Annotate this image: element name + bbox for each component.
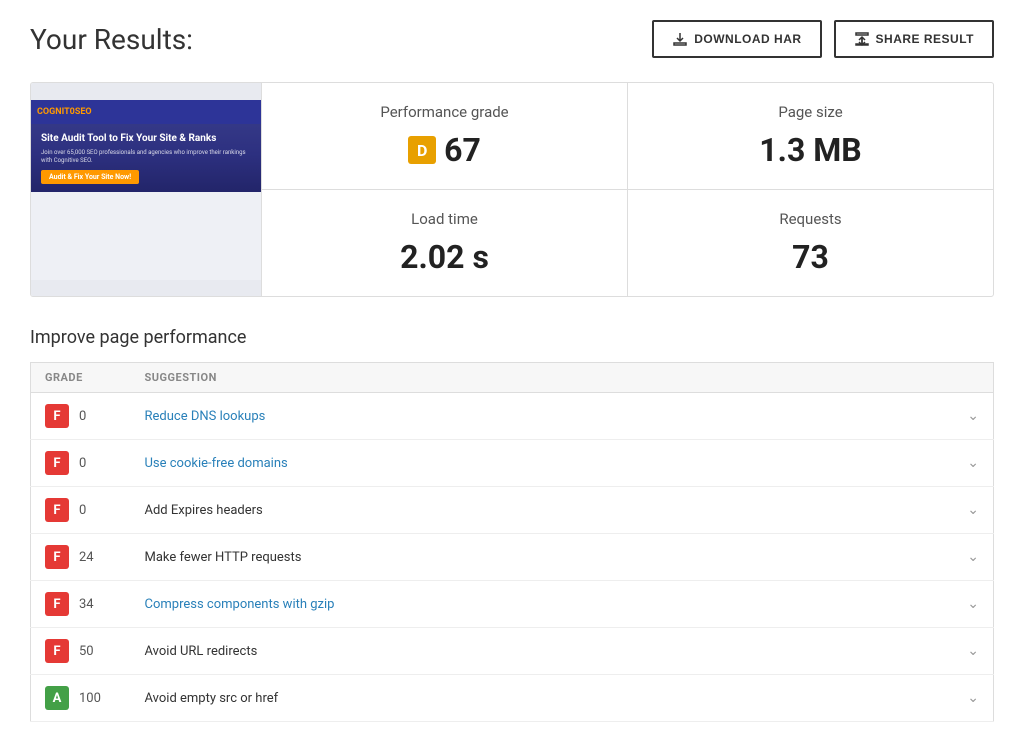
grade-badge: F (45, 639, 69, 663)
grade-number: 34 (79, 597, 94, 612)
performance-table: Grade Suggestion F 0 Reduce DNS lookups … (30, 362, 994, 722)
grade-cell: A 100 (31, 675, 131, 722)
suggestion-cell[interactable]: Use cookie-free domains (131, 440, 954, 487)
screenshot-content: Site Audit Tool to Fix Your Site & Ranks… (31, 124, 261, 193)
load-time-card: Load time 2.02 s (261, 189, 627, 296)
grade-number: 100 (79, 691, 101, 706)
screenshot-body: Join over 65,000 SEO professionals and a… (41, 149, 251, 166)
grade-cell: F 24 (31, 534, 131, 581)
expand-cell[interactable]: ⌄ (953, 628, 993, 675)
suggestion-cell[interactable]: Make fewer HTTP requests (131, 534, 954, 581)
share-result-button[interactable]: Share Result (834, 20, 994, 58)
performance-grade-value: D 67 (408, 131, 481, 169)
grade-cell: F 0 (31, 440, 131, 487)
grade-cell: F 0 (31, 487, 131, 534)
grade-number: 50 (79, 644, 94, 659)
suggestion-text[interactable]: Avoid URL redirects (145, 644, 258, 659)
requests-label: Requests (779, 210, 841, 228)
chevron-down-icon[interactable]: ⌄ (967, 643, 979, 659)
expand-cell[interactable]: ⌄ (953, 581, 993, 628)
performance-grade-badge: D (408, 136, 436, 164)
expand-column-header (953, 363, 993, 393)
chevron-down-icon[interactable]: ⌄ (967, 502, 979, 518)
suggestion-text[interactable]: Use cookie-free domains (145, 456, 288, 471)
chevron-down-icon[interactable]: ⌄ (967, 549, 979, 565)
grade-badge: A (45, 686, 69, 710)
download-har-button[interactable]: Download HAR (652, 20, 821, 58)
performance-grade-card: Performance grade D 67 (261, 83, 627, 189)
suggestion-column-header: Suggestion (131, 363, 954, 393)
expand-cell[interactable]: ⌄ (953, 440, 993, 487)
load-time-label: Load time (411, 210, 478, 228)
improve-section: Improve page performance Grade Suggestio… (30, 327, 994, 722)
table-body: F 0 Reduce DNS lookups ⌄ F 0 Use cookie-… (31, 393, 994, 722)
grade-badge: F (45, 451, 69, 475)
suggestion-cell[interactable]: Avoid URL redirects (131, 628, 954, 675)
grade-badge: F (45, 404, 69, 428)
load-time-value: 2.02 s (400, 238, 489, 276)
requests-value: 73 (792, 238, 829, 276)
suggestion-cell[interactable]: Add Expires headers (131, 487, 954, 534)
expand-cell[interactable]: ⌄ (953, 534, 993, 581)
table-row: F 0 Use cookie-free domains ⌄ (31, 440, 994, 487)
suggestion-text[interactable]: Avoid empty src or href (145, 691, 279, 706)
page-title: Your Results: (30, 23, 193, 56)
expand-cell[interactable]: ⌄ (953, 393, 993, 440)
header-row: Your Results: Download HAR Share Result (30, 20, 994, 58)
screenshot-top-bar: COGNIT0SEO (31, 100, 261, 124)
expand-cell[interactable]: ⌄ (953, 675, 993, 722)
page-size-value: 1.3 MB (759, 131, 861, 169)
chevron-down-icon[interactable]: ⌄ (967, 408, 979, 424)
screenshot-logo: COGNIT0SEO (37, 107, 92, 117)
grade-badge: F (45, 592, 69, 616)
suggestion-cell[interactable]: Compress components with gzip (131, 581, 954, 628)
suggestion-cell[interactable]: Avoid empty src or href (131, 675, 954, 722)
chevron-down-icon[interactable]: ⌄ (967, 455, 979, 471)
download-icon (672, 31, 688, 47)
table-row: F 0 Reduce DNS lookups ⌄ (31, 393, 994, 440)
table-row: F 24 Make fewer HTTP requests ⌄ (31, 534, 994, 581)
header-buttons: Download HAR Share Result (652, 20, 994, 58)
requests-card: Requests 73 (627, 189, 993, 296)
table-row: F 0 Add Expires headers ⌄ (31, 487, 994, 534)
screenshot-inner: COGNIT0SEO Site Audit Tool to Fix Your S… (31, 100, 261, 280)
grade-number: 0 (79, 456, 86, 471)
stats-section: COGNIT0SEO Site Audit Tool to Fix Your S… (30, 82, 994, 297)
grade-cell: F 50 (31, 628, 131, 675)
performance-grade-number: 67 (444, 131, 481, 169)
improve-title: Improve page performance (30, 327, 994, 348)
grade-cell: F 34 (31, 581, 131, 628)
table-header-row: Grade Suggestion (31, 363, 994, 393)
grade-cell: F 0 (31, 393, 131, 440)
screenshot-bottom (31, 192, 261, 252)
performance-grade-label: Performance grade (380, 103, 508, 121)
expand-cell[interactable]: ⌄ (953, 487, 993, 534)
grade-badge: F (45, 498, 69, 522)
suggestion-cell[interactable]: Reduce DNS lookups (131, 393, 954, 440)
table-row: F 50 Avoid URL redirects ⌄ (31, 628, 994, 675)
chevron-down-icon[interactable]: ⌄ (967, 690, 979, 706)
page-wrapper: Your Results: Download HAR Share Result (0, 0, 1024, 742)
suggestion-text[interactable]: Reduce DNS lookups (145, 409, 266, 424)
suggestion-text[interactable]: Compress components with gzip (145, 597, 335, 612)
page-size-card: Page size 1.3 MB (627, 83, 993, 189)
page-size-label: Page size (778, 103, 842, 121)
chevron-down-icon[interactable]: ⌄ (967, 596, 979, 612)
screenshot-card: COGNIT0SEO Site Audit Tool to Fix Your S… (31, 83, 261, 296)
grade-column-header: Grade (31, 363, 131, 393)
table-row: A 100 Avoid empty src or href ⌄ (31, 675, 994, 722)
table-row: F 34 Compress components with gzip ⌄ (31, 581, 994, 628)
grade-number: 24 (79, 550, 94, 565)
screenshot-heading: Site Audit Tool to Fix Your Site & Ranks (41, 132, 251, 145)
grade-number: 0 (79, 503, 86, 518)
grade-badge: F (45, 545, 69, 569)
share-icon (854, 31, 870, 47)
stats-grid: Performance grade D 67 Page size 1.3 MB … (261, 83, 993, 296)
suggestion-text[interactable]: Make fewer HTTP requests (145, 550, 302, 565)
suggestion-text[interactable]: Add Expires headers (145, 503, 263, 518)
grade-number: 0 (79, 409, 86, 424)
screenshot-cta: Audit & Fix Your Site Now! (41, 170, 139, 184)
